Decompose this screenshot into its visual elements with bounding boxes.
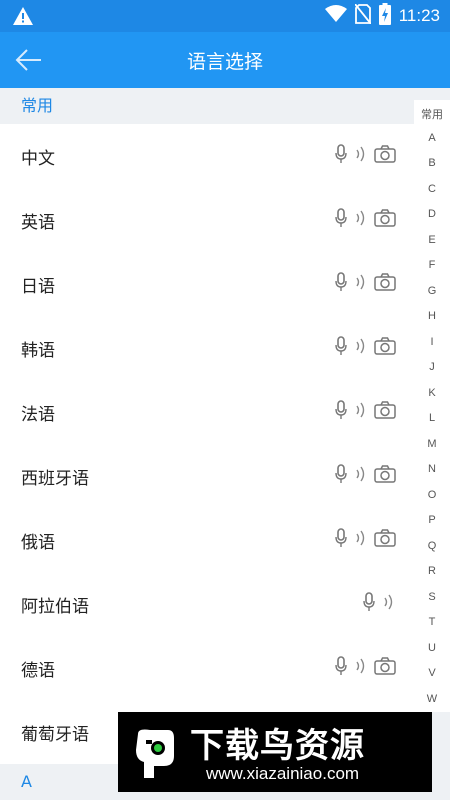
camera-icon: [374, 401, 396, 423]
language-label: 英语: [21, 213, 55, 233]
index-item-n[interactable]: N: [414, 463, 450, 475]
language-row-french[interactable]: 法语: [0, 380, 414, 444]
index-item-e[interactable]: E: [414, 234, 450, 246]
sound-icon: [354, 336, 368, 360]
index-item-g[interactable]: G: [414, 285, 450, 297]
mic-icon: [334, 144, 348, 168]
sound-icon: [354, 208, 368, 232]
language-list: 中文 英语 日语 韩语 法语 西班牙语 俄语 阿拉伯语 德语 葡萄牙语: [0, 124, 414, 764]
language-row-chinese[interactable]: 中文: [0, 124, 414, 188]
sound-icon: [354, 272, 368, 296]
index-item-i[interactable]: I: [414, 336, 450, 348]
language-label: 葡萄牙语: [21, 725, 89, 745]
language-label: 德语: [21, 661, 55, 681]
camera-icon: [374, 209, 396, 231]
mic-icon: [334, 464, 348, 488]
language-row-arabic[interactable]: 阿拉伯语: [0, 572, 414, 636]
index-item-q[interactable]: Q: [414, 540, 450, 552]
language-label: 俄语: [21, 533, 55, 553]
index-item-l[interactable]: L: [414, 412, 450, 424]
index-item-o[interactable]: O: [414, 489, 450, 501]
language-row-japanese[interactable]: 日语: [0, 252, 414, 316]
camera-icon: [374, 337, 396, 359]
camera-icon: [374, 529, 396, 551]
app-bar: 语言选择: [0, 32, 450, 88]
warning-icon: [12, 6, 34, 30]
index-item-j[interactable]: J: [414, 361, 450, 373]
section-header-common: 常用: [0, 88, 450, 124]
index-item-h[interactable]: H: [414, 310, 450, 322]
index-item-a[interactable]: A: [414, 132, 450, 144]
index-item-c[interactable]: C: [414, 183, 450, 195]
mic-icon: [362, 592, 376, 616]
index-item-f[interactable]: F: [414, 259, 450, 271]
camera-icon: [374, 145, 396, 167]
index-item-v[interactable]: V: [414, 667, 450, 679]
language-row-german[interactable]: 德语: [0, 636, 414, 700]
battery-charging-icon: [378, 3, 391, 29]
bird-logo-icon: [128, 726, 182, 780]
language-label: 日语: [21, 277, 55, 297]
sound-icon: [354, 528, 368, 552]
sound-icon: [354, 464, 368, 488]
mic-icon: [334, 336, 348, 360]
index-item-d[interactable]: D: [414, 208, 450, 220]
language-label: 中文: [21, 149, 55, 169]
language-row-russian[interactable]: 俄语: [0, 508, 414, 572]
alphabet-index-bar[interactable]: 常用 A B C D E F G H I J K L M N O P Q R S…: [414, 100, 450, 712]
index-item-r[interactable]: R: [414, 565, 450, 577]
index-item-u[interactable]: U: [414, 642, 450, 654]
language-label: 阿拉伯语: [21, 597, 89, 617]
index-item-s[interactable]: S: [414, 591, 450, 603]
index-item-m[interactable]: M: [414, 438, 450, 450]
camera-icon: [374, 465, 396, 487]
sound-icon: [382, 592, 396, 616]
index-item-w[interactable]: W: [414, 693, 450, 705]
language-row-spanish[interactable]: 西班牙语: [0, 444, 414, 508]
no-sim-icon: [354, 3, 372, 28]
sound-icon: [354, 656, 368, 680]
index-item-t[interactable]: T: [414, 616, 450, 628]
watermark-url: www.xiazainiao.com: [206, 764, 360, 783]
index-item-common[interactable]: 常用: [414, 106, 450, 122]
wifi-icon: [324, 5, 347, 27]
page-title: 语言选择: [186, 51, 263, 73]
sound-icon: [354, 144, 368, 168]
language-row-english[interactable]: 英语: [0, 188, 414, 252]
watermark-banner: 下载鸟资源 www.xiazainiao.com: [118, 712, 432, 792]
mic-icon: [334, 400, 348, 424]
camera-icon: [374, 273, 396, 295]
index-item-k[interactable]: K: [414, 387, 450, 399]
mic-icon: [334, 656, 348, 680]
watermark-title: 下载鸟资源: [190, 726, 365, 766]
mic-icon: [334, 208, 348, 232]
language-row-korean[interactable]: 韩语: [0, 316, 414, 380]
index-item-p[interactable]: P: [414, 514, 450, 526]
status-bar: 11:23: [0, 0, 450, 32]
index-item-b[interactable]: B: [414, 157, 450, 169]
status-time: 11:23: [398, 6, 440, 25]
sound-icon: [354, 400, 368, 424]
language-label: 西班牙语: [21, 469, 89, 489]
language-label: 法语: [21, 405, 55, 425]
mic-icon: [334, 528, 348, 552]
language-label: 韩语: [21, 341, 55, 361]
mic-icon: [334, 272, 348, 296]
camera-icon: [374, 657, 396, 679]
